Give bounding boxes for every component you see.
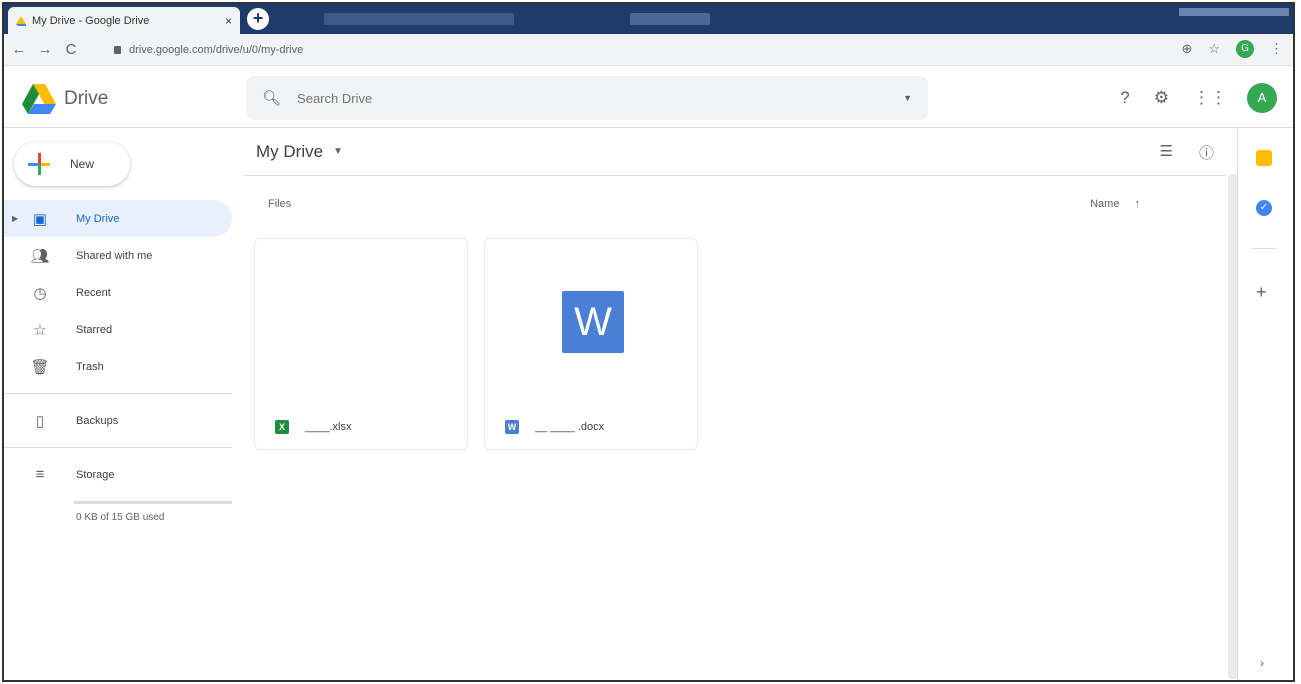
sidebar-item-label: Starred bbox=[76, 323, 113, 336]
clock-icon: ◷ bbox=[33, 284, 47, 302]
new-button-label: New bbox=[70, 157, 95, 171]
word-file-icon: W bbox=[505, 420, 519, 434]
expand-arrow-icon[interactable]: ▶ bbox=[12, 214, 18, 223]
file-card[interactable]: W W __ ____ .docx bbox=[484, 238, 698, 450]
screen-frame: My Drive - Google Drive × + ← → C drive.… bbox=[2, 2, 1295, 682]
my-drive-icon: ▣ bbox=[32, 210, 48, 228]
address-bar[interactable]: drive.google.com/drive/u/0/my-drive bbox=[108, 39, 1148, 61]
window-controls[interactable] bbox=[1179, 8, 1289, 16]
sidebar-item-label: My Drive bbox=[76, 212, 120, 225]
bookmark-star-icon[interactable]: ☆ bbox=[1208, 41, 1220, 57]
sidebar-item-trash[interactable]: 🗑︎ Trash bbox=[4, 348, 232, 385]
sort-label: Name bbox=[1090, 198, 1120, 210]
sidebar-item-my-drive[interactable]: ▶ ▣ My Drive bbox=[4, 200, 232, 237]
account-avatar[interactable]: A bbox=[1247, 83, 1277, 113]
trash-icon: 🗑︎ bbox=[30, 358, 50, 376]
side-panel: ✓ + › bbox=[1237, 128, 1293, 680]
sort-control[interactable]: Name ↑ bbox=[1090, 198, 1140, 210]
sidebar-item-label: Recent bbox=[76, 286, 111, 299]
tab-title: My Drive - Google Drive bbox=[32, 14, 150, 27]
lock-icon bbox=[114, 46, 121, 54]
excel-file-icon: X bbox=[275, 420, 289, 434]
sidebar-item-shared-with-me[interactable]: 👥︎ Shared with me bbox=[4, 237, 232, 274]
apps-grid-icon[interactable]: ⋮⋮ bbox=[1193, 88, 1227, 108]
new-tab-button[interactable]: + bbox=[247, 8, 269, 30]
star-icon: ☆ bbox=[33, 321, 47, 339]
search-box[interactable]: 🔍︎ ▼ bbox=[246, 76, 928, 120]
sort-direction-icon[interactable]: ↑ bbox=[1135, 198, 1141, 210]
chevron-down-icon[interactable]: ▼ bbox=[333, 146, 343, 157]
settings-gear-icon[interactable]: ⚙ bbox=[1154, 88, 1169, 108]
blurred-tab bbox=[324, 13, 514, 25]
divider bbox=[4, 447, 232, 448]
browser-tab[interactable]: My Drive - Google Drive × bbox=[8, 7, 240, 34]
shared-icon: 👥︎ bbox=[30, 247, 50, 265]
file-thumbnail bbox=[255, 239, 467, 407]
plus-icon bbox=[28, 153, 50, 175]
info-icon[interactable]: ⓘ bbox=[1199, 142, 1214, 163]
browser-menu-icon[interactable]: ⋮ bbox=[1270, 41, 1283, 57]
divider bbox=[1252, 248, 1276, 249]
drive-logo[interactable]: Drive bbox=[22, 84, 108, 114]
browser-profile-avatar[interactable]: G bbox=[1236, 40, 1254, 58]
browser-tab-bar: My Drive - Google Drive × + bbox=[4, 4, 1293, 34]
section-heading: Files bbox=[268, 198, 292, 210]
sidebar-nav: ▶ ▣ My Drive 👥︎ Shared with me ◷ Recent … bbox=[4, 200, 232, 523]
new-button[interactable]: New bbox=[14, 142, 130, 186]
url-text: drive.google.com/drive/u/0/my-drive bbox=[129, 44, 304, 56]
back-button[interactable]: ← bbox=[8, 41, 30, 58]
file-card[interactable]: X ____.xlsx bbox=[254, 238, 468, 450]
drive-favicon-icon bbox=[16, 15, 26, 26]
file-card-footer: X ____.xlsx bbox=[255, 405, 467, 449]
search-options-icon[interactable]: ▼ bbox=[903, 93, 912, 103]
sidebar-item-label: Backups bbox=[76, 414, 119, 427]
backup-device-icon: ▯ bbox=[35, 412, 45, 430]
tasks-icon[interactable]: ✓ bbox=[1256, 200, 1272, 216]
divider bbox=[4, 393, 232, 394]
file-name: ____.xlsx bbox=[305, 421, 352, 433]
help-icon[interactable]: ? bbox=[1120, 88, 1129, 108]
file-card-footer: W __ ____ .docx bbox=[485, 405, 697, 449]
forward-button[interactable]: → bbox=[34, 41, 56, 58]
app-name: Drive bbox=[64, 88, 109, 109]
search-input[interactable] bbox=[297, 90, 904, 106]
sidebar-item-recent[interactable]: ◷ Recent bbox=[4, 274, 232, 311]
sidebar-item-storage[interactable]: ≡ Storage bbox=[4, 456, 232, 493]
chevron-right-icon[interactable]: › bbox=[1260, 656, 1264, 670]
sidebar-item-label: Shared with me bbox=[76, 249, 153, 262]
storage-usage-bar bbox=[74, 501, 232, 504]
file-thumbnail: W bbox=[485, 239, 697, 407]
drive-header: Drive 🔍︎ ▼ ? ⚙ ⋮⋮ A bbox=[4, 66, 1293, 128]
sidebar-item-backups[interactable]: ▯ Backups bbox=[4, 402, 232, 439]
location-bar: My Drive ▼ ☰ ⓘ bbox=[244, 128, 1226, 176]
file-name: __ ____ .docx bbox=[535, 421, 605, 433]
keep-icon[interactable] bbox=[1256, 150, 1272, 166]
page-title[interactable]: My Drive bbox=[256, 142, 323, 162]
zoom-icon[interactable]: ⊕ bbox=[1181, 41, 1192, 57]
sidebar: New ▶ ▣ My Drive 👥︎ Shared with me ◷ Rec… bbox=[4, 128, 240, 680]
word-document-icon: W bbox=[562, 291, 624, 353]
sidebar-item-label: Storage bbox=[76, 468, 115, 481]
search-icon[interactable]: 🔍︎ bbox=[262, 89, 281, 107]
sidebar-item-starred[interactable]: ☆ Starred bbox=[4, 311, 232, 348]
reload-button[interactable]: C bbox=[60, 41, 82, 58]
storage-icon: ≡ bbox=[35, 466, 45, 483]
browser-toolbar: ← → C drive.google.com/drive/u/0/my-driv… bbox=[4, 34, 1293, 66]
tab-close-icon[interactable]: × bbox=[225, 14, 232, 28]
list-view-icon[interactable]: ☰ bbox=[1160, 142, 1173, 163]
storage-usage-text: 0 KB of 15 GB used bbox=[76, 512, 165, 523]
sidebar-item-label: Trash bbox=[76, 360, 104, 373]
drive-logo-icon bbox=[22, 84, 56, 114]
blurred-tab bbox=[630, 13, 710, 25]
main-content: My Drive ▼ ☰ ⓘ Files Name ↑ X ____.xlsx … bbox=[244, 128, 1240, 680]
add-addon-icon[interactable]: + bbox=[1256, 282, 1267, 303]
